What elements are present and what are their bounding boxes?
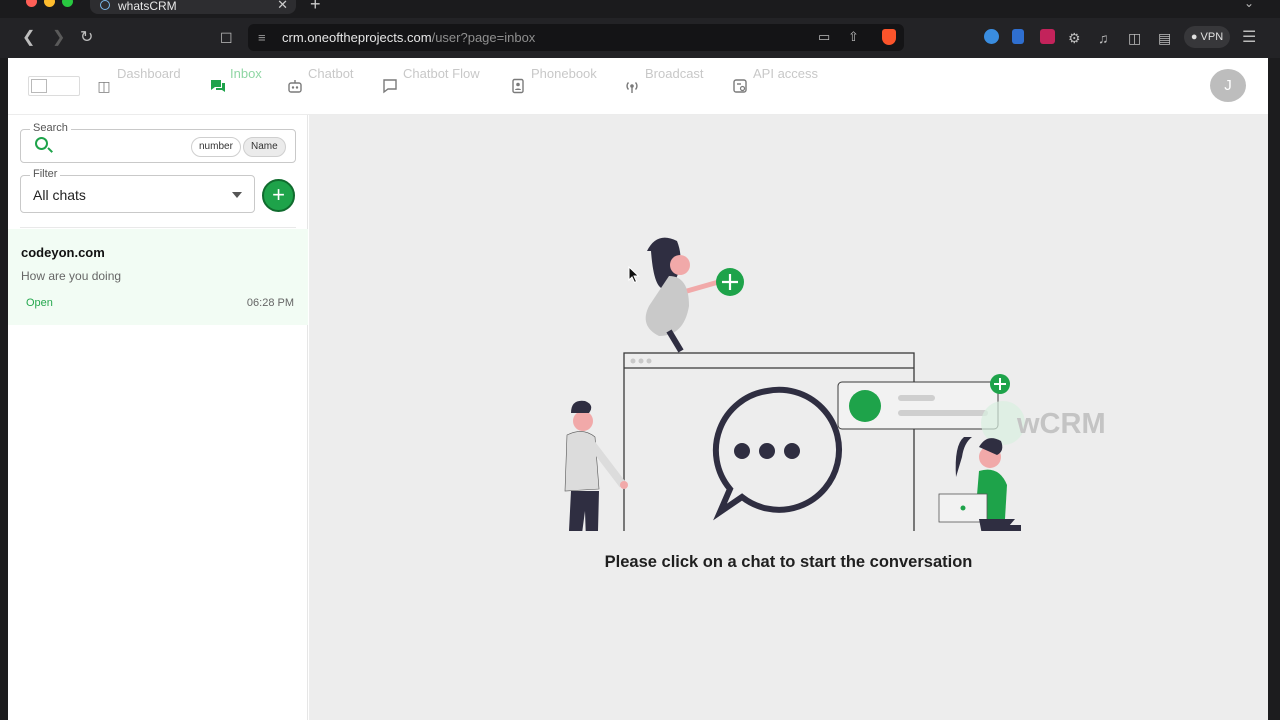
user-avatar[interactable]: J xyxy=(1210,69,1246,102)
nav-label-broadcast: Broadcast xyxy=(645,66,704,81)
flow-icon xyxy=(382,78,398,94)
back-button[interactable]: ❮ xyxy=(22,28,35,48)
forward-button[interactable]: ❯ xyxy=(52,28,65,48)
filter-select[interactable]: Filter All chats xyxy=(20,168,255,213)
chat-status-badge: Open xyxy=(26,297,53,309)
vpn-label: VPN xyxy=(1200,31,1224,43)
search-by-name-chip[interactable]: Name xyxy=(243,137,286,157)
chat-list-item[interactable]: codeyon.com How are you doing Open 06:28… xyxy=(8,229,308,325)
new-tab-button[interactable]: + xyxy=(310,0,321,15)
extension-chart-icon[interactable] xyxy=(1012,29,1024,44)
empty-state-message: Please click on a chat to start the conv… xyxy=(604,553,973,571)
nav-label-dashboard: Dashboard xyxy=(117,66,181,81)
wallet-icon[interactable]: ▤ xyxy=(1158,28,1171,48)
reload-button[interactable]: ↻ xyxy=(80,28,93,48)
brave-shields-icon[interactable] xyxy=(882,29,896,45)
sidebar-toggle-icon[interactable]: ◫ xyxy=(1128,28,1141,48)
tab-list-chevron-icon[interactable]: ⌄ xyxy=(1244,0,1254,10)
cast-icon[interactable]: ▭ xyxy=(818,29,830,45)
chat-name: codeyon.com xyxy=(21,245,105,260)
browser-tab[interactable]: whatsCRM ✕ xyxy=(90,0,296,14)
share-icon[interactable]: ⇧ xyxy=(848,29,859,45)
window-minimize-button[interactable] xyxy=(44,0,55,7)
chevron-down-icon xyxy=(232,192,242,198)
search-icon xyxy=(35,137,48,150)
search-label: Search xyxy=(30,122,71,134)
url-text: crm.oneoftheprojects.com/user?page=inbox xyxy=(282,30,535,45)
conversation-area: wCRM Please click on a chat to start the… xyxy=(309,115,1268,720)
address-bar[interactable]: ≡ crm.oneoftheprojects.com/user?page=inb… xyxy=(248,24,904,51)
extensions-puzzle-icon[interactable]: ⚙ xyxy=(1068,28,1081,48)
window-zoom-button[interactable] xyxy=(62,0,73,7)
window-edge xyxy=(1268,58,1280,720)
browser-tab-bar: whatsCRM ✕ + ⌄ xyxy=(0,0,1280,18)
nav-label-api-access: API access xyxy=(753,66,819,81)
filter-label: Filter xyxy=(30,168,61,180)
filter-value: All chats xyxy=(33,187,86,203)
nav-label-phonebook: Phonebook xyxy=(531,66,597,81)
extension-red-icon[interactable] xyxy=(1040,29,1055,44)
nav-label-inbox: Inbox xyxy=(230,66,262,81)
nav-label-chatbot-flow: Chatbot Flow xyxy=(403,66,480,81)
api-icon xyxy=(732,78,748,94)
watermark-text: wCRM xyxy=(1016,408,1106,440)
window-close-button[interactable] xyxy=(26,0,37,7)
vpn-button[interactable]: ● VPN xyxy=(1184,26,1230,48)
chat-last-message: How are you doing xyxy=(21,269,122,283)
robot-icon xyxy=(287,78,303,94)
close-tab-icon[interactable]: ✕ xyxy=(277,0,288,13)
empty-state-illustration: wCRM xyxy=(564,237,1106,531)
menu-icon[interactable]: ☰ xyxy=(1242,27,1256,47)
site-settings-icon[interactable]: ≡ xyxy=(258,30,266,45)
react-icon xyxy=(100,0,110,10)
add-chat-button[interactable]: + xyxy=(262,179,295,212)
mouse-cursor-icon xyxy=(628,266,640,284)
dashboard-icon: ◫ xyxy=(97,78,111,94)
broadcast-icon xyxy=(624,78,640,94)
search-field[interactable]: Search number Name xyxy=(20,122,296,163)
bookmark-icon[interactable]: ☐ xyxy=(220,28,233,48)
divider xyxy=(20,227,296,228)
phonebook-icon xyxy=(510,78,526,94)
search-by-number-chip[interactable]: number xyxy=(191,137,241,157)
app-container: ◫ Dashboard Inbox Chatbot Chatbot Flow P… xyxy=(8,58,1268,720)
nav-label-chatbot: Chatbot xyxy=(308,66,354,81)
tab-title: whatsCRM xyxy=(118,0,177,13)
top-navigation: ◫ Dashboard Inbox Chatbot Chatbot Flow P… xyxy=(8,58,1268,115)
chat-sidebar: Search number Name Filter All chats + co… xyxy=(8,115,308,720)
url-host: crm.oneoftheprojects.com xyxy=(282,30,432,45)
chat-icon xyxy=(210,78,226,94)
url-path: /user?page=inbox xyxy=(431,30,536,45)
media-music-icon[interactable]: ♫ xyxy=(1098,28,1109,48)
extension-globe-icon[interactable] xyxy=(984,29,999,44)
chat-timestamp: 06:28 PM xyxy=(246,297,294,309)
broken-logo-image[interactable] xyxy=(28,76,80,96)
browser-toolbar: ❮ ❯ ↻ ☐ ≡ crm.oneoftheprojects.com/user?… xyxy=(0,18,1280,58)
